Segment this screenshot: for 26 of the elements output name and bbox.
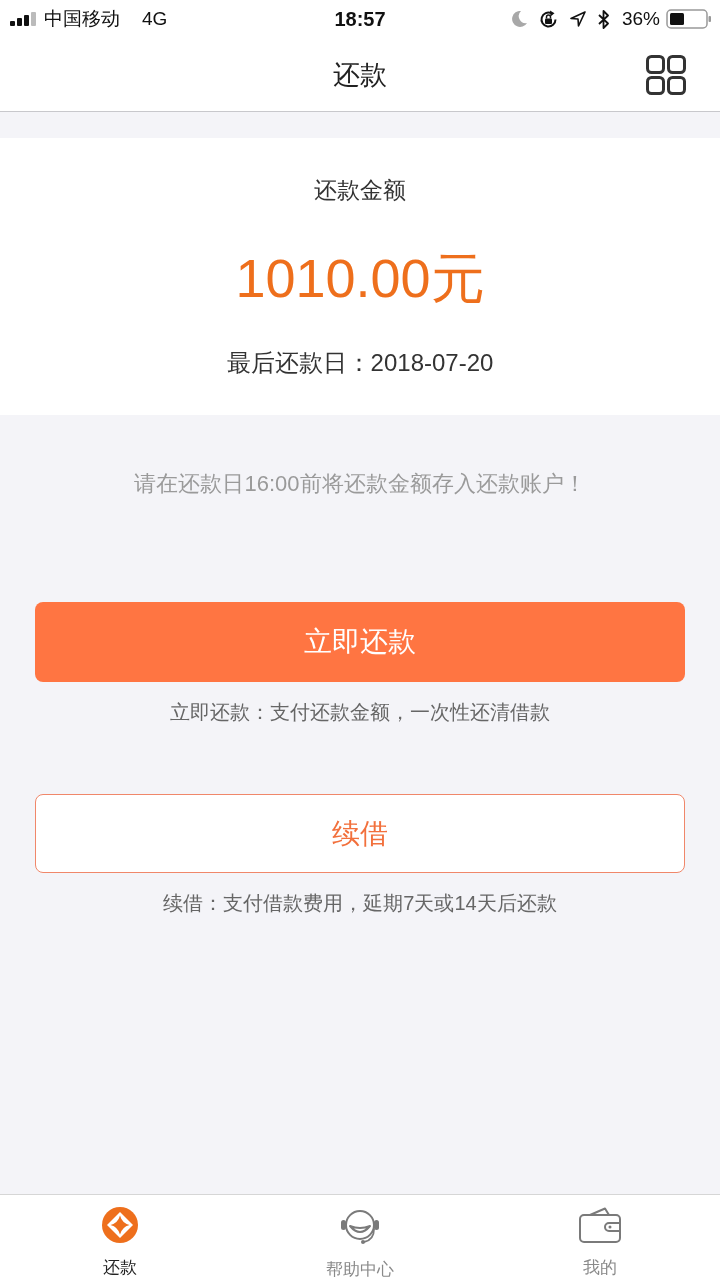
tab[interactable]: 还款 (0, 1195, 240, 1280)
clock-time: 18:57 (334, 7, 386, 31)
headset-smile-icon (339, 1207, 381, 1245)
grid-menu-icon[interactable] (646, 54, 686, 95)
battery-icon (666, 9, 712, 29)
amount-label: 还款金额 (314, 176, 406, 205)
wallet-icon (579, 1207, 621, 1243)
action-description: 立即还款：支付还款金额，一次性还清借款 (169, 700, 551, 725)
bluetooth-icon (597, 9, 610, 29)
tab[interactable]: 我的 (480, 1195, 720, 1280)
tab[interactable]: 帮助中心 (240, 1195, 480, 1280)
notice-text: 请在还款日16:00前将还款金额存入还款账户！ (133, 470, 587, 498)
amount-value: 1010.00元 (235, 247, 485, 310)
carrier-name: 中国移动 (44, 7, 120, 31)
signal-icon (10, 12, 38, 26)
moon-icon (511, 11, 527, 27)
rotation-lock-icon (538, 9, 558, 29)
repay-now-button[interactable]: 立即还款 (35, 602, 685, 682)
renew-loan-button[interactable]: 续借 (35, 794, 685, 873)
location-arrow-icon (569, 11, 586, 27)
network-type: 4G (142, 8, 168, 30)
action-description: 续借：支付借款费用，延期7天或14天后还款 (162, 891, 558, 916)
due-date: 最后还款日：2018-07-20 (226, 348, 494, 378)
diamond-coin-icon (102, 1207, 138, 1243)
page-title: 还款 (333, 58, 387, 92)
battery-percent: 36% (621, 8, 660, 30)
